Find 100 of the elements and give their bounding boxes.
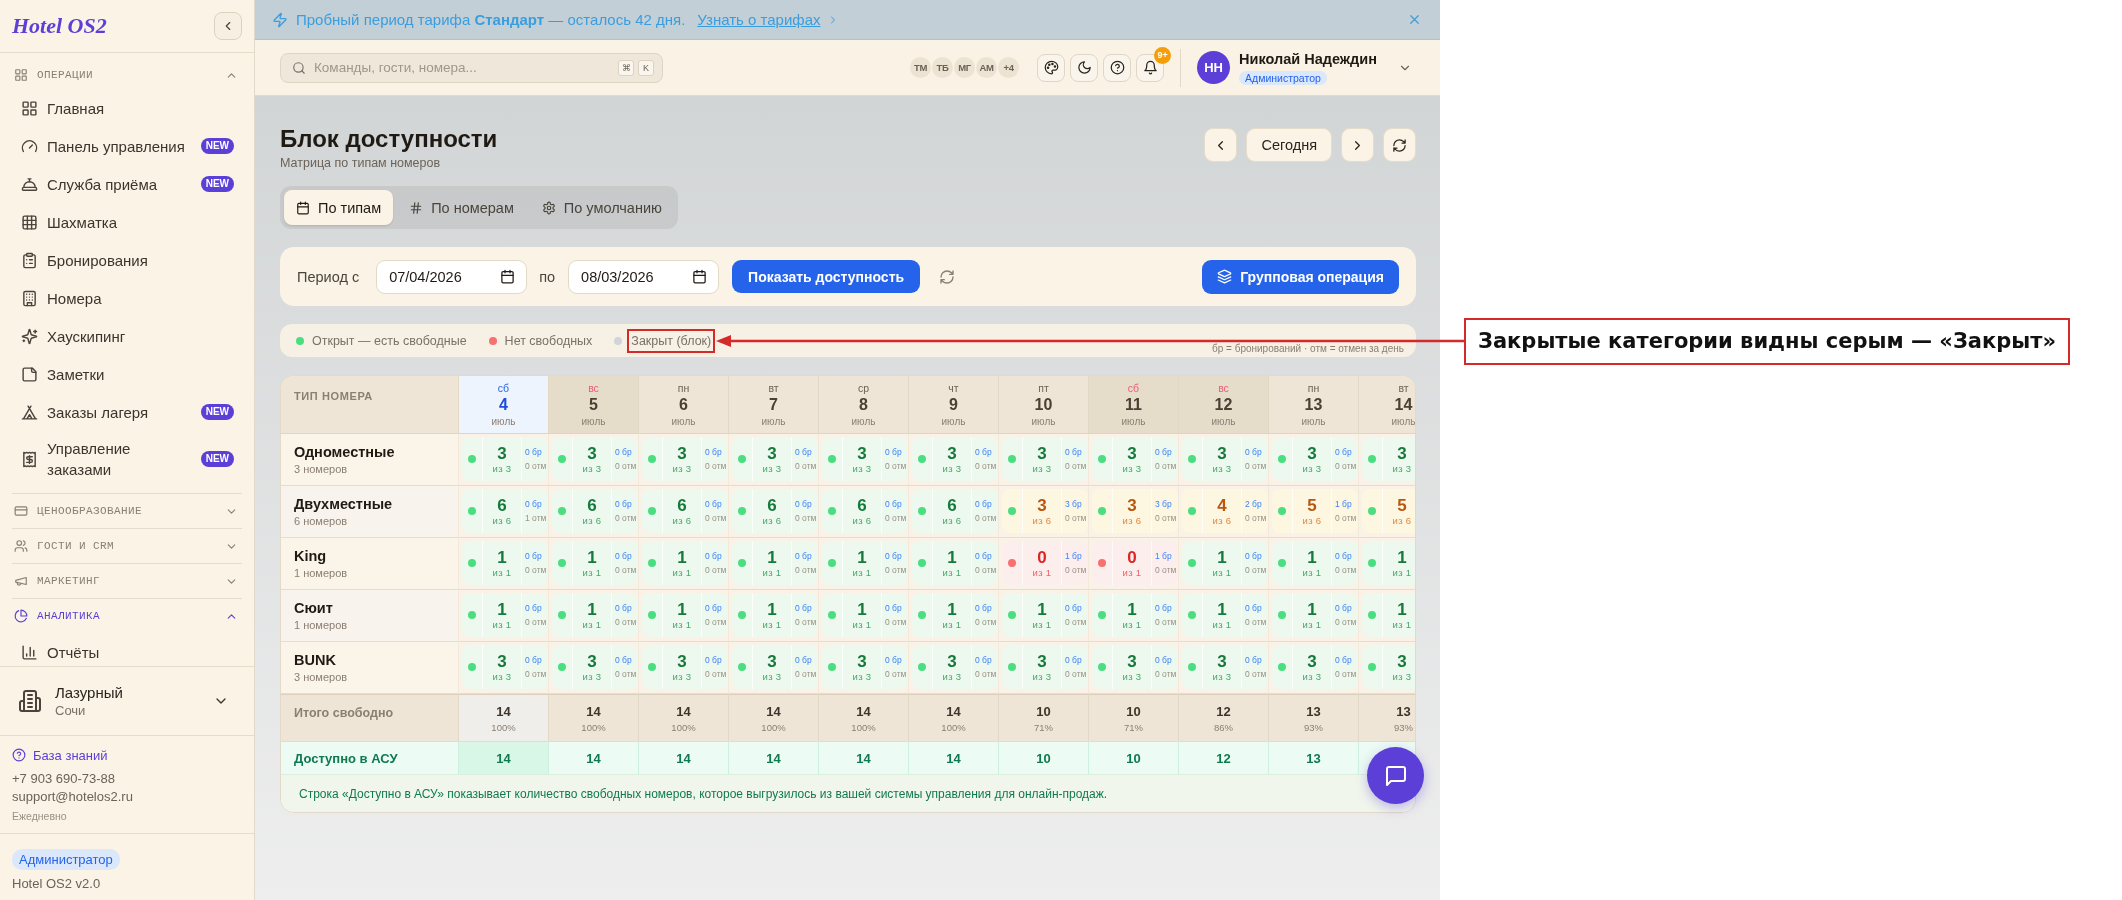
availability-cell[interactable]: 3 из 3 0 бр 0 отм <box>642 645 728 689</box>
date-field[interactable]: 07/04/2026 <box>376 259 528 294</box>
refresh-icon[interactable] <box>939 268 956 285</box>
knowledge-base-link[interactable]: База знаний <box>12 746 108 764</box>
availability-cell[interactable]: 1 из 1 0 бр 0 отм <box>462 541 548 585</box>
availability-cell[interactable]: 1 из 1 0 бр 0 отм <box>552 593 638 637</box>
booked-count: 1 бр <box>1065 551 1083 561</box>
availability-cell[interactable]: 1 из 1 0 бр 0 отм <box>552 541 638 585</box>
availability-cell[interactable]: 6 из 6 0 бр 0 отм <box>642 489 728 533</box>
availability-cell[interactable]: 3 из 3 <box>1362 437 1415 481</box>
availability-cell[interactable]: 3 из 3 0 бр 0 отм <box>912 645 998 689</box>
help-button[interactable] <box>1103 53 1132 82</box>
availability-cell[interactable]: 6 из 6 0 бр 0 отм <box>732 489 818 533</box>
availability-cell[interactable]: 1 из 1 <box>1362 541 1415 585</box>
nav-item[interactable]: Хаускипинг <box>12 317 242 355</box>
availability-cell[interactable]: 1 из 1 0 бр 0 отм <box>642 593 728 637</box>
availability-cell[interactable]: 1 из 1 0 бр 0 отм <box>642 541 728 585</box>
availability-cell[interactable]: 1 из 1 0 бр 0 отм <box>462 593 548 637</box>
presence-avatar[interactable]: МГ <box>954 57 976 78</box>
nav-section-header[interactable]: МАРКЕТИНГ <box>12 564 242 598</box>
availability-cell[interactable]: 1 из 1 0 бр 0 отм <box>1182 593 1268 637</box>
status-dot-icon <box>1368 455 1376 463</box>
view-tab[interactable]: По типам <box>284 190 394 225</box>
nav-item[interactable]: Заметки <box>12 355 242 393</box>
availability-cell[interactable]: 1 из 1 0 бр 0 отм <box>732 541 818 585</box>
nav-item[interactable]: Служба приёма NEW <box>12 165 242 203</box>
availability-cell[interactable]: 3 из 3 0 бр 0 отм <box>1002 645 1088 689</box>
nav-item[interactable]: Панель управления NEW <box>12 127 242 165</box>
presence-avatar[interactable]: ТБ <box>932 57 954 78</box>
availability-cell[interactable]: 3 из 3 0 бр 0 отм <box>912 437 998 481</box>
availability-cell[interactable]: 3 из 3 0 бр 0 отм <box>1182 437 1268 481</box>
search-field[interactable]: Команды, гости, номера... ⌘ K <box>280 52 663 83</box>
availability-cell[interactable]: 1 из 1 0 бр 0 отм <box>1272 593 1358 637</box>
user-menu[interactable]: НН Николай Надеждин Администратор <box>1197 49 1412 86</box>
availability-cell[interactable]: 3 из 3 0 бр 0 отм <box>822 645 908 689</box>
show-availability-button[interactable]: Показать доступность <box>732 260 921 293</box>
refresh-button[interactable] <box>1383 128 1416 162</box>
availability-cell[interactable]: 1 из 1 0 бр 0 отм <box>1182 541 1268 585</box>
service-bell-icon <box>21 175 38 193</box>
availability-cell[interactable]: 0 из 1 1 бр 0 отм <box>1092 541 1178 585</box>
availability-cell[interactable]: 6 из 6 0 бр 1 отм <box>462 489 548 533</box>
availability-cell[interactable]: 5 из 6 <box>1362 489 1415 533</box>
availability-cell[interactable]: 1 из 1 <box>1362 593 1415 637</box>
availability-cell[interactable]: 3 из 3 <box>1362 645 1415 689</box>
availability-cell[interactable]: 1 из 1 0 бр 0 отм <box>1002 593 1088 637</box>
availability-cell[interactable]: 5 из 6 1 бр 0 отм <box>1272 489 1358 533</box>
availability-cell[interactable]: 3 из 3 0 бр 0 отм <box>822 437 908 481</box>
moon-icon <box>1076 60 1092 75</box>
view-tab[interactable]: По умолчанию <box>529 190 674 225</box>
nav-item[interactable]: Номера <box>12 279 242 317</box>
availability-cell[interactable]: 1 из 1 0 бр 0 отм <box>1272 541 1358 585</box>
availability-cell[interactable]: 3 из 3 0 бр 0 отм <box>462 437 548 481</box>
availability-cell[interactable]: 1 из 1 0 бр 0 отм <box>912 541 998 585</box>
availability-cell[interactable]: 3 из 3 0 бр 0 отм <box>732 645 818 689</box>
nav-item[interactable]: Шахматка <box>12 203 242 241</box>
free-count: 6 <box>677 496 687 515</box>
availability-cell[interactable]: 6 из 6 0 бр 0 отм <box>912 489 998 533</box>
date-field[interactable]: 08/03/2026 <box>568 259 720 294</box>
nav-section-header[interactable]: ЦЕНООБРАЗОВАНИЕ <box>12 494 242 528</box>
availability-cell[interactable]: 3 из 3 0 бр 0 отм <box>1272 645 1358 689</box>
availability-cell[interactable]: 3 из 3 0 бр 0 отм <box>732 437 818 481</box>
availability-cell[interactable]: 3 из 3 0 бр 0 отм <box>642 437 728 481</box>
status-dot-icon <box>828 455 836 463</box>
availability-cell[interactable]: 1 из 1 0 бр 0 отм <box>1092 593 1178 637</box>
nav-item[interactable]: Управление заказами NEW <box>12 431 242 487</box>
booked-count: 0 бр <box>885 447 903 457</box>
nav-item[interactable]: Главная <box>12 89 242 127</box>
availability-cell[interactable]: 3 из 6 3 бр 0 отм <box>1002 489 1088 533</box>
nav-section-header[interactable]: ГОСТИ И CRM <box>12 529 242 563</box>
nav-item[interactable]: Заказы лагеря NEW <box>12 393 242 431</box>
nav-section-header[interactable]: ОПЕРАЦИИ <box>12 61 242 89</box>
availability-cell[interactable]: 3 из 3 0 бр 0 отм <box>1092 645 1178 689</box>
presence-avatar[interactable]: +4 <box>998 57 1020 78</box>
dark-mode-button[interactable] <box>1070 53 1099 82</box>
availability-cell[interactable]: 3 из 3 0 бр 0 отм <box>1092 437 1178 481</box>
nav-item[interactable]: Бронирования <box>12 241 242 279</box>
availability-cell[interactable]: 6 из 6 0 бр 0 отм <box>822 489 908 533</box>
availability-cell[interactable]: 3 из 3 0 бр 0 отм <box>462 645 548 689</box>
availability-cell[interactable]: 3 из 3 0 бр 0 отм <box>552 645 638 689</box>
presence-avatar[interactable]: АМ <box>976 57 998 78</box>
today-button[interactable]: Сегодня <box>1246 128 1332 162</box>
availability-cell[interactable]: 1 из 1 0 бр 0 отм <box>732 593 818 637</box>
availability-cell[interactable]: 3 из 3 0 бр 0 отм <box>1182 645 1268 689</box>
nav-section-header[interactable]: АНАЛИТИКА <box>12 599 242 633</box>
availability-cell[interactable]: 0 из 1 1 бр 0 отм <box>1002 541 1088 585</box>
view-tab[interactable]: По номерам <box>397 190 526 225</box>
theme-color-button[interactable] <box>1037 53 1066 82</box>
availability-cell[interactable]: 1 из 1 0 бр 0 отм <box>912 593 998 637</box>
availability-cell[interactable]: 1 из 1 0 бр 0 отм <box>822 541 908 585</box>
availability-cell[interactable]: 3 из 6 3 бр 0 отм <box>1092 489 1178 533</box>
availability-cell[interactable]: 6 из 6 0 бр 0 отм <box>552 489 638 533</box>
availability-cell[interactable]: 3 из 3 0 бр 0 отм <box>1002 437 1088 481</box>
nav-item[interactable]: Отчёты <box>12 633 242 666</box>
availability-cell[interactable]: 4 из 6 2 бр 0 отм <box>1182 489 1268 533</box>
bulk-operation-button[interactable]: Групповая операция <box>1202 259 1399 294</box>
presence-avatar[interactable]: ТМ <box>910 57 932 78</box>
hotel-switcher[interactable]: Лазурный Сочи <box>0 666 254 735</box>
availability-cell[interactable]: 3 из 3 0 бр 0 отм <box>1272 437 1358 481</box>
availability-cell[interactable]: 1 из 1 0 бр 0 отм <box>822 593 908 637</box>
availability-cell[interactable]: 3 из 3 0 бр 0 отм <box>552 437 638 481</box>
